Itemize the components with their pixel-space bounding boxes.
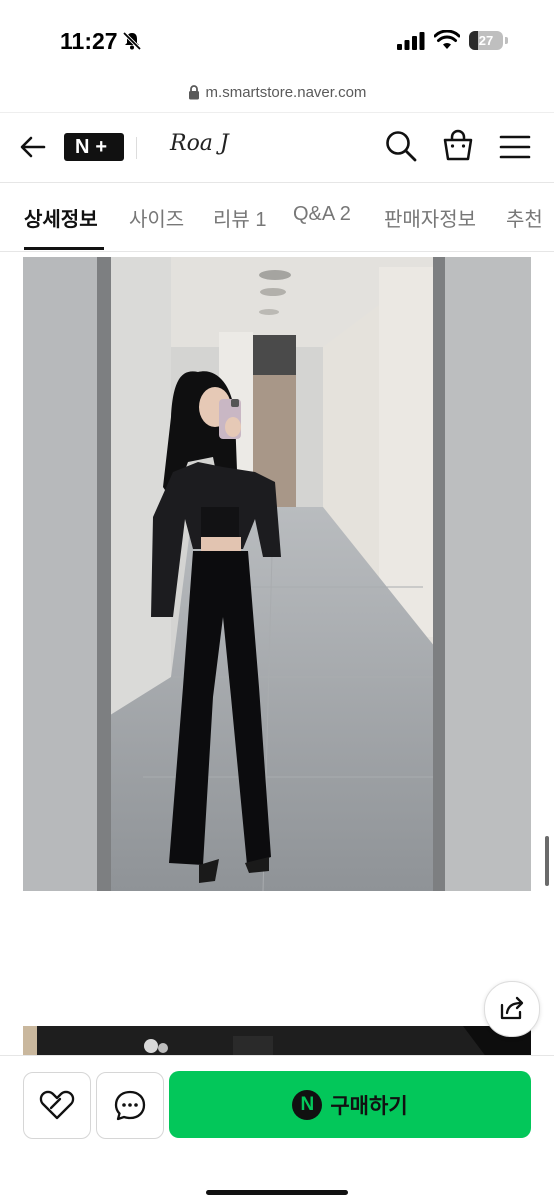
store-name[interactable]: Roa J: [170, 131, 229, 156]
battery-level: 27: [478, 33, 494, 48]
status-bar: 11:27 27: [0, 0, 554, 80]
app-header: N+ Roa J: [0, 112, 554, 183]
share-button[interactable]: [484, 981, 540, 1037]
logo-text: N+: [74, 135, 114, 158]
npay-icon: N: [292, 1089, 323, 1120]
share-icon: [500, 996, 524, 1020]
back-arrow-icon[interactable]: [18, 131, 50, 163]
chat-bubble-icon: [114, 1090, 146, 1121]
tab-recommend[interactable]: 추천: [506, 203, 543, 232]
search-icon[interactable]: [384, 129, 418, 163]
detail-tab-bar: 상세정보 사이즈 리뷰 1 Q&A 2 판매자정보 추천: [0, 182, 554, 252]
battery-indicator: 27: [469, 31, 509, 50]
tab-size[interactable]: 사이즈: [129, 203, 184, 232]
tab-reviews[interactable]: 리뷰 1: [213, 203, 266, 232]
product-photo-illustration: [23, 257, 531, 891]
wifi-icon: [434, 30, 460, 49]
wishlist-button[interactable]: [23, 1072, 91, 1139]
tab-details[interactable]: 상세정보: [24, 203, 98, 232]
active-tab-indicator: [24, 247, 104, 250]
naver-plus-logo[interactable]: N+: [64, 133, 124, 161]
lock-icon: [188, 85, 199, 100]
menu-icon[interactable]: [498, 131, 532, 163]
header-divider: [136, 137, 137, 159]
signal-icon: [397, 32, 425, 50]
url-bar[interactable]: m.smartstore.naver.com: [0, 84, 554, 110]
tab-seller-info[interactable]: 판매자정보: [384, 203, 476, 232]
shopping-bag-icon[interactable]: [440, 127, 476, 163]
talk-talk-button[interactable]: [96, 1072, 164, 1139]
bell-off-icon: [122, 31, 142, 51]
status-time: 11:27: [60, 28, 118, 54]
url-text: m.smartstore.naver.com: [205, 84, 367, 101]
product-photo: [23, 257, 531, 891]
scroll-indicator[interactable]: [545, 836, 549, 886]
buy-label: 구매하기: [330, 1094, 408, 1118]
purchase-bar: N 구매하기: [0, 1055, 554, 1201]
home-indicator[interactable]: [206, 1190, 348, 1195]
heart-link-icon: [39, 1090, 75, 1120]
tab-qna[interactable]: Q&A 2: [293, 203, 351, 226]
buy-button[interactable]: N 구매하기: [169, 1071, 531, 1138]
